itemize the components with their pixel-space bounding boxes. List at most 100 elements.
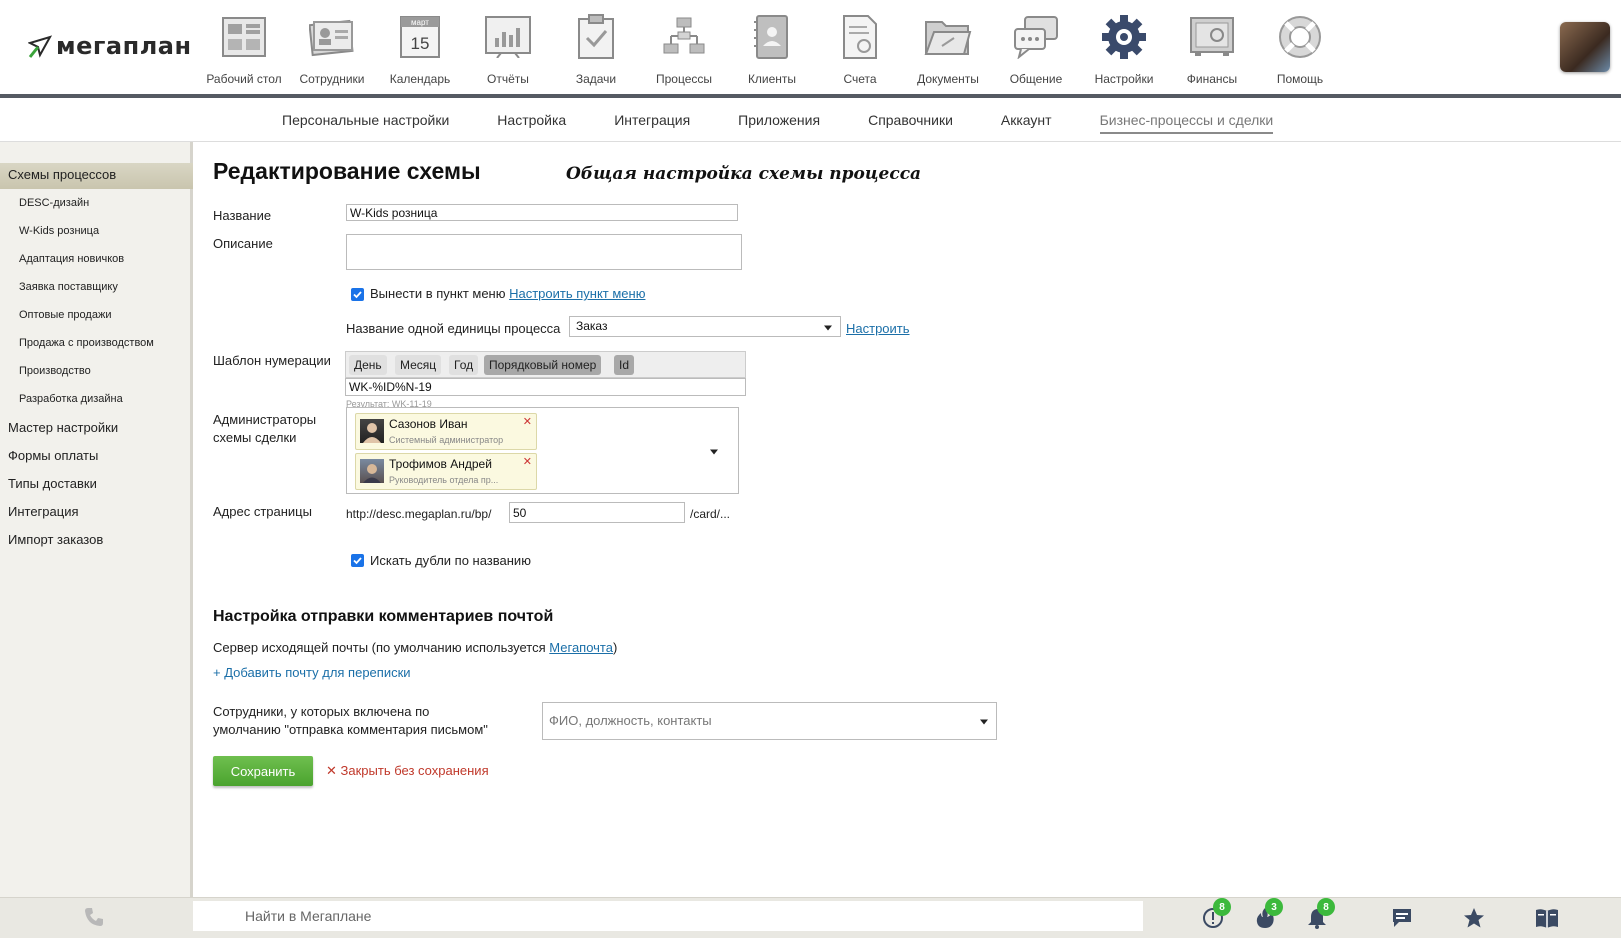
calendar-day: 15 xyxy=(411,34,430,53)
nav-help[interactable]: Помощь xyxy=(1256,10,1344,86)
search-duplicates-label: Искать дубли по названию xyxy=(370,553,531,568)
unit-name-select[interactable]: Заказ xyxy=(569,316,841,337)
phone-icon[interactable] xyxy=(83,906,105,933)
tab-business-processes[interactable]: Бизнес-процессы и сделки xyxy=(1099,112,1274,134)
nav-calendar[interactable]: март 15 Календарь xyxy=(376,10,464,86)
admin-role: Руководитель отдела пр... xyxy=(389,475,499,485)
mail-server-text: Сервер исходящей почты (по умолчанию исп… xyxy=(213,639,617,657)
sidebar-subitem[interactable]: Производство xyxy=(19,365,91,377)
nav-label-reports: Отчёты xyxy=(487,72,529,86)
tasks-icon xyxy=(571,10,621,64)
employees-select[interactable]: ФИО, должность, контакты xyxy=(542,702,997,740)
menu-item-checkbox-label: Вынести в пункт меню xyxy=(370,286,506,301)
nav-chat[interactable]: Общение xyxy=(992,10,1080,86)
nav-desktop[interactable]: Рабочий стол xyxy=(200,10,288,86)
description-label: Описание xyxy=(213,236,273,251)
employees-icon xyxy=(307,10,357,64)
admin-chip: Сазонов Иван Системный администратор ✕ xyxy=(355,413,537,450)
sidebar-subitem[interactable]: Разработка дизайна xyxy=(19,393,123,405)
nav-reports[interactable]: Отчёты xyxy=(464,10,552,86)
description-textarea[interactable] xyxy=(346,234,742,270)
add-mail-link[interactable]: + Добавить почту для переписки xyxy=(213,664,411,682)
admin-chip: Трофимов Андрей Руководитель отдела пр..… xyxy=(355,453,537,490)
sidebar-item-process-schemes[interactable]: Схемы процессов xyxy=(8,167,116,182)
save-button[interactable]: Сохранить xyxy=(213,756,313,786)
token-month[interactable]: Месяц xyxy=(395,355,442,375)
alerts-badge: 8 xyxy=(1213,898,1231,916)
processes-icon xyxy=(659,10,709,64)
name-input[interactable] xyxy=(346,204,738,221)
nav-processes[interactable]: Процессы xyxy=(640,10,728,86)
sidebar-subitem[interactable]: Оптовые продажи xyxy=(19,309,111,321)
tab-account[interactable]: Аккаунт xyxy=(1001,112,1052,134)
close-without-saving-link[interactable]: ✕ Закрыть без сохранения xyxy=(326,763,489,779)
favorites-button[interactable] xyxy=(1462,906,1486,930)
search-duplicates-checkbox[interactable] xyxy=(351,554,364,567)
sidebar-subitem[interactable]: Продажа с производством xyxy=(19,337,154,349)
main-content: Редактирование схемы Общая настройка схе… xyxy=(193,142,1621,897)
chevron-down-icon[interactable] xyxy=(710,449,718,454)
hot-badge: 3 xyxy=(1265,898,1283,916)
remove-admin-icon[interactable]: ✕ xyxy=(523,415,532,428)
token-sequence-number[interactable]: Порядковый номер xyxy=(484,355,602,375)
sidebar-item[interactable]: Мастер настройки xyxy=(8,420,118,435)
tab-directories[interactable]: Справочники xyxy=(868,112,953,134)
nav-tasks[interactable]: Задачи xyxy=(552,10,640,86)
tab-settings[interactable]: Настройка xyxy=(497,112,566,134)
sidebar-subitem[interactable]: DESC-дизайн xyxy=(19,197,89,209)
sidebar-subitem[interactable]: W-Kids розница xyxy=(19,225,99,237)
numbering-template-input[interactable] xyxy=(345,378,746,396)
nav-clients[interactable]: Клиенты xyxy=(728,10,816,86)
menu-item-checkbox[interactable] xyxy=(351,288,364,301)
megapochta-link[interactable]: Мегапочта xyxy=(549,640,613,655)
sidebar-item[interactable]: Формы оплаты xyxy=(8,448,98,463)
nav-label-settings: Настройки xyxy=(1094,72,1154,86)
alerts-button[interactable]: 8 xyxy=(1201,898,1231,930)
clients-icon xyxy=(747,10,797,64)
configure-unit-link[interactable]: Настроить xyxy=(846,320,910,338)
knowledge-base-button[interactable] xyxy=(1535,906,1559,930)
chat-icon xyxy=(1011,10,1061,64)
nav-label-clients: Клиенты xyxy=(747,72,797,86)
token-id[interactable]: Id xyxy=(614,355,635,375)
admin-name: Сазонов Иван xyxy=(389,417,468,431)
address-label: Адрес страницы xyxy=(213,504,312,519)
tab-integration[interactable]: Интеграция xyxy=(614,112,690,134)
address-suffix: /card/... xyxy=(690,507,731,521)
nav-label-invoices: Счета xyxy=(843,72,877,86)
nav-documents[interactable]: Документы xyxy=(904,10,992,86)
main-nav: Рабочий стол Сотрудники март 15 Календарь… xyxy=(200,10,1344,86)
close-icon: ✕ xyxy=(326,763,337,778)
chevron-down-icon xyxy=(980,719,988,725)
avatar xyxy=(360,419,384,443)
nav-employees[interactable]: Сотрудники xyxy=(288,10,376,86)
logo-text: мегаплан xyxy=(56,32,192,60)
token-year[interactable]: Год xyxy=(449,355,479,375)
messages-button[interactable] xyxy=(1390,906,1414,930)
notifications-button[interactable]: 8 xyxy=(1305,898,1335,930)
token-day[interactable]: День xyxy=(349,355,387,375)
global-search-input[interactable]: Найти в Мегаплане xyxy=(193,901,1143,931)
nav-settings[interactable]: Настройки xyxy=(1080,10,1168,86)
close-without-saving-label: Закрыть без сохранения xyxy=(340,763,489,778)
settings-icon xyxy=(1099,10,1149,64)
remove-admin-icon[interactable]: ✕ xyxy=(523,455,532,468)
nav-finance[interactable]: Финансы xyxy=(1168,10,1256,86)
sidebar-subitem[interactable]: Адаптация новичков xyxy=(19,253,124,265)
hot-button[interactable]: 3 xyxy=(1253,898,1283,930)
nav-invoices[interactable]: Счета xyxy=(816,10,904,86)
nav-label-calendar: Календарь xyxy=(389,72,451,86)
admins-multiselect[interactable]: Сазонов Иван Системный администратор ✕ Т… xyxy=(346,407,739,494)
calendar-month: март xyxy=(411,18,429,27)
sidebar-item[interactable]: Интеграция xyxy=(8,504,79,519)
mail-server-description: Сервер исходящей почты (по умолчанию исп… xyxy=(213,640,550,655)
configure-menu-item-link[interactable]: Настроить пункт меню xyxy=(509,286,645,301)
user-avatar[interactable] xyxy=(1560,22,1610,72)
sidebar-subitem[interactable]: Заявка поставщику xyxy=(19,281,118,293)
megaplan-logo[interactable]: мегаплан xyxy=(28,32,192,60)
tab-applications[interactable]: Приложения xyxy=(738,112,820,134)
sidebar-item[interactable]: Типы доставки xyxy=(8,476,97,491)
tab-personal-settings[interactable]: Персональные настройки xyxy=(282,112,449,134)
address-slug-input[interactable] xyxy=(509,502,685,523)
sidebar-item[interactable]: Импорт заказов xyxy=(8,532,103,547)
